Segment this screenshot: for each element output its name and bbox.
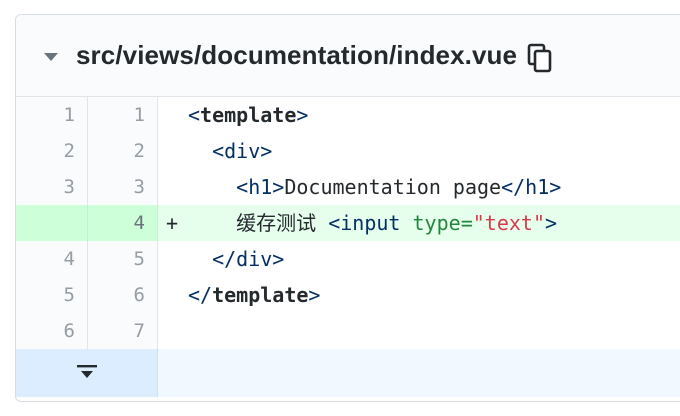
diff-marker: + <box>166 211 179 235</box>
old-line-number[interactable] <box>16 205 88 241</box>
diff-file: src/views/documentation/index.vue 1 1 <t… <box>15 14 680 402</box>
new-line-number[interactable]: 4 <box>88 205 158 241</box>
old-line-number[interactable]: 6 <box>16 313 88 349</box>
expand-down-icon <box>76 365 97 378</box>
code-line: <h1>Documentation page</h1> <box>236 175 562 199</box>
new-line-number[interactable]: 1 <box>88 97 158 133</box>
code-line: </div> <box>212 247 285 271</box>
code-line: + 缓存测试 <input type="text"> <box>158 205 680 241</box>
old-line-number[interactable]: 2 <box>16 133 88 169</box>
copy-icon[interactable] <box>527 43 555 73</box>
code-line: <div> <box>212 139 273 163</box>
new-line-number[interactable]: 2 <box>88 133 158 169</box>
expand-button[interactable] <box>16 349 158 397</box>
diff-row: 3 3 <h1>Documentation page</h1> <box>16 169 680 205</box>
new-line-number[interactable]: 7 <box>88 313 158 349</box>
diff-row: 6 7 <box>16 313 680 349</box>
chevron-down-icon[interactable] <box>44 52 58 61</box>
new-line-number[interactable]: 6 <box>88 277 158 313</box>
expand-row <box>16 349 680 397</box>
expand-row-fill <box>158 349 680 397</box>
file-header: src/views/documentation/index.vue <box>16 15 680 97</box>
diff-row: 4 5 </div> <box>16 241 680 277</box>
diff-lines: 1 1 <template> 2 2 <div> 3 3 <h1>Documen… <box>16 97 680 397</box>
diff-row: 2 2 <div> <box>16 133 680 169</box>
code-line: <template> <box>188 103 309 127</box>
old-line-number[interactable]: 4 <box>16 241 88 277</box>
file-path[interactable]: src/views/documentation/index.vue <box>76 40 517 71</box>
diff-row-added: 4 + 缓存测试 <input type="text"> <box>16 205 680 241</box>
old-line-number[interactable]: 1 <box>16 97 88 133</box>
diff-row: 1 1 <template> <box>16 97 680 133</box>
old-line-number[interactable]: 5 <box>16 277 88 313</box>
new-line-number[interactable]: 5 <box>88 241 158 277</box>
code-line: </template> <box>188 283 321 307</box>
diff-row: 5 6 </template> <box>16 277 680 313</box>
new-line-number[interactable]: 3 <box>88 169 158 205</box>
old-line-number[interactable]: 3 <box>16 169 88 205</box>
